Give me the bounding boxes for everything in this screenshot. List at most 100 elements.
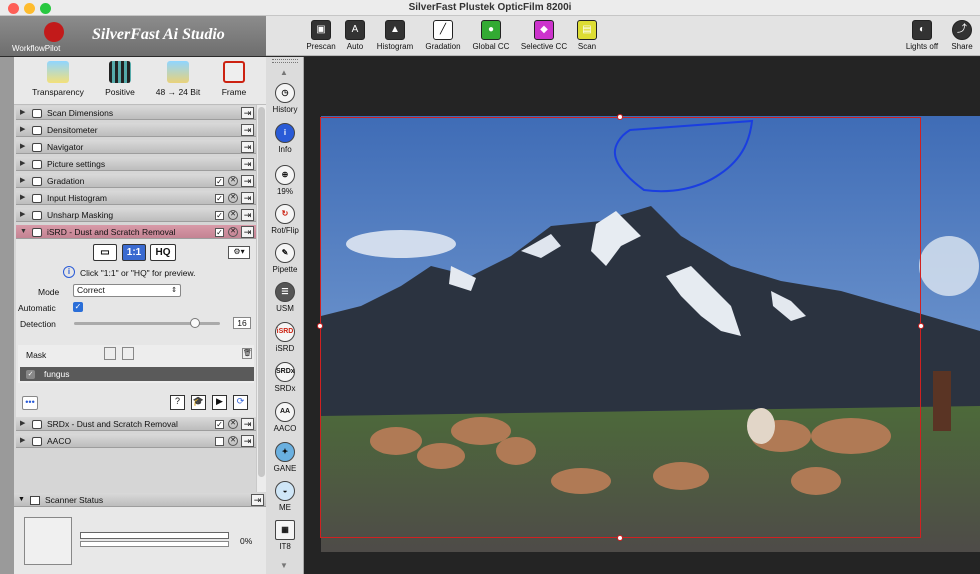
drag-handle[interactable] — [272, 59, 298, 63]
help-button[interactable]: ? — [170, 395, 185, 410]
panel-scan-dimensions[interactable]: ▶ Scan Dimensions ⇥ — [16, 106, 256, 120]
open-panel-arrow-icon[interactable]: ⇥ — [241, 418, 254, 430]
enable-checkbox[interactable]: ✓ — [215, 211, 224, 220]
reset-icon[interactable]: ✕ — [228, 176, 238, 186]
detection-slider[interactable] — [74, 318, 220, 328]
selective-cc-button[interactable]: ◆ Selective CC — [518, 20, 570, 56]
global-cc-button[interactable]: ● Global CC — [470, 20, 512, 56]
enable-checkbox[interactable] — [215, 437, 224, 446]
panel-input-histogram[interactable]: ▶ Input Histogram ✓ ✕ ⇥ — [16, 191, 256, 205]
info-tool[interactable]: i Info — [266, 123, 304, 154]
scroll-up-icon[interactable]: ▲ — [280, 68, 288, 77]
open-panel-arrow-icon[interactable]: ⇥ — [241, 141, 254, 153]
transparency-mode[interactable]: Transparency — [28, 61, 88, 97]
expand-triangle-icon[interactable]: ▶ — [20, 174, 25, 188]
isrd-tool[interactable]: iSRD iSRD — [266, 322, 304, 353]
mask-item-checkbox[interactable]: ✓ — [26, 370, 35, 379]
open-panel-arrow-icon[interactable]: ⇥ — [241, 107, 254, 119]
play-button[interactable]: ▶ — [212, 395, 227, 410]
expand-triangle-icon[interactable]: ▶ — [20, 157, 25, 171]
fungus-mask-outline[interactable] — [612, 118, 756, 196]
mode-select[interactable]: Correct ⇕ — [73, 284, 181, 297]
panel-srdx[interactable]: ▶ SRDx - Dust and Scratch Removal ✓ ✕ ⇥ — [16, 417, 256, 431]
expand-triangle-icon[interactable]: ▶ — [20, 140, 25, 154]
panel-gradation[interactable]: ▶ Gradation ✓ ✕ ⇥ — [16, 174, 256, 188]
zoom-tool[interactable]: ⊕ 19% — [266, 165, 304, 196]
open-panel-arrow-icon[interactable]: ⇥ — [241, 435, 254, 447]
enable-checkbox[interactable]: ✓ — [215, 420, 224, 429]
reset-icon[interactable]: ✕ — [228, 227, 238, 237]
gane-tool[interactable]: ✦ GANE — [266, 442, 304, 473]
reset-icon[interactable]: ✕ — [228, 193, 238, 203]
panel-scrollbar[interactable] — [256, 105, 266, 492]
scrollbar-thumb[interactable] — [258, 107, 265, 477]
expand-triangle-icon[interactable]: ▶ — [20, 123, 25, 137]
panel-navigator[interactable]: ▶ Navigator ⇥ — [16, 140, 256, 154]
scanner-status-header[interactable]: ▼ Scanner Status ⇥ — [14, 493, 266, 507]
open-panel-arrow-icon[interactable]: ⇥ — [241, 226, 254, 238]
positive-mode[interactable]: Positive — [90, 61, 150, 97]
reset-icon[interactable]: ✕ — [228, 436, 238, 446]
panel-isrd[interactable]: ▼ iSRD - Dust and Scratch Removal ✓ ✕ ⇥ — [16, 225, 256, 239]
refresh-button[interactable]: ⟳ — [233, 395, 248, 410]
panel-picture-settings[interactable]: ▶ Picture settings ⇥ — [16, 157, 256, 171]
expand-triangle-icon[interactable]: ▶ — [20, 191, 25, 205]
pipette-tool[interactable]: ✎ Pipette — [266, 243, 304, 274]
bit-depth-mode[interactable]: 48 → 24 Bit — [148, 61, 208, 97]
detection-slider-knob[interactable] — [189, 318, 200, 328]
mask-item-fungus[interactable]: ✓ fungus — [20, 367, 254, 381]
scroll-down-icon[interactable]: ▼ — [280, 561, 288, 570]
expand-triangle-icon[interactable]: ▶ — [20, 208, 25, 222]
usm-tool[interactable]: ☰ USM — [266, 282, 304, 313]
reset-icon[interactable]: ✕ — [228, 210, 238, 220]
gradation-button[interactable]: ╱ Gradation — [422, 20, 464, 56]
settings-menu-button[interactable]: ⚙▾ — [228, 246, 250, 259]
panel-unsharp-masking[interactable]: ▶ Unsharp Masking ✓ ✕ ⇥ — [16, 208, 256, 222]
lights-off-button[interactable]: ◐ Lights off — [903, 20, 941, 56]
enable-checkbox[interactable]: ✓ — [215, 177, 224, 186]
aaco-tool[interactable]: AA AACO — [266, 402, 304, 433]
it8-tool[interactable]: ▦ IT8 — [266, 520, 304, 551]
panel-aaco[interactable]: ▶ AACO ✕ ⇥ — [16, 434, 256, 448]
secondary-progress-bar — [80, 541, 229, 547]
detection-value[interactable]: 16 — [233, 317, 251, 329]
expand-triangle-icon[interactable]: ▶ — [20, 417, 25, 431]
tutorial-button[interactable]: 🎓 — [191, 395, 206, 410]
frame-handle-left[interactable] — [317, 323, 323, 329]
expand-triangle-icon[interactable]: ▶ — [20, 106, 25, 120]
automatic-checkbox[interactable]: ✓ — [73, 302, 83, 312]
srdx-tool[interactable]: SRDx SRDx — [266, 362, 304, 393]
mask-paint-icon[interactable] — [104, 347, 116, 360]
open-panel-arrow-icon[interactable]: ⇥ — [241, 158, 254, 170]
view-1-1-button[interactable]: 1:1 — [122, 244, 146, 261]
rotate-flip-tool[interactable]: ↻ Rot/Flip — [266, 204, 304, 235]
enable-checkbox[interactable]: ✓ — [215, 194, 224, 203]
mask-person-icon[interactable] — [122, 347, 134, 360]
open-panel-arrow-icon[interactable]: ⇥ — [251, 494, 264, 506]
share-button[interactable]: ⤴ Share — [948, 20, 976, 56]
app-logo[interactable]: WorkflowPilot SilverFast Ai Studio — [0, 16, 266, 56]
histogram-button[interactable]: ▲ Histogram — [374, 20, 416, 56]
enable-checkbox[interactable]: ✓ — [215, 228, 224, 237]
prescan-button[interactable]: ▣ Prescan — [305, 20, 337, 56]
frame-handle-right[interactable] — [918, 323, 924, 329]
open-panel-arrow-icon[interactable]: ⇥ — [241, 124, 254, 136]
view-hq-button[interactable]: HQ — [150, 244, 176, 261]
view-fit-button[interactable]: ▭ — [93, 244, 117, 261]
open-panel-arrow-icon[interactable]: ⇥ — [241, 192, 254, 204]
frame-handle-bottom[interactable] — [617, 535, 623, 541]
open-panel-arrow-icon[interactable]: ⇥ — [241, 175, 254, 187]
frame-mode[interactable]: Frame — [204, 61, 264, 97]
collapse-triangle-icon[interactable]: ▼ — [18, 493, 25, 507]
history-tool[interactable]: ◷ History — [266, 83, 304, 114]
reset-icon[interactable]: ✕ — [228, 419, 238, 429]
more-options-button[interactable]: ••• — [22, 396, 38, 410]
panel-densitometer[interactable]: ▶ Densitometer ⇥ — [16, 123, 256, 137]
auto-button[interactable]: A Auto — [342, 20, 368, 56]
me-tool[interactable]: ◒ ME — [266, 481, 304, 512]
expand-triangle-icon[interactable]: ▶ — [20, 434, 25, 448]
scan-button[interactable]: ▤ Scan — [575, 20, 599, 56]
trash-icon[interactable]: 🗑 — [242, 348, 252, 359]
collapse-triangle-icon[interactable]: ▼ — [20, 225, 27, 239]
open-panel-arrow-icon[interactable]: ⇥ — [241, 209, 254, 221]
